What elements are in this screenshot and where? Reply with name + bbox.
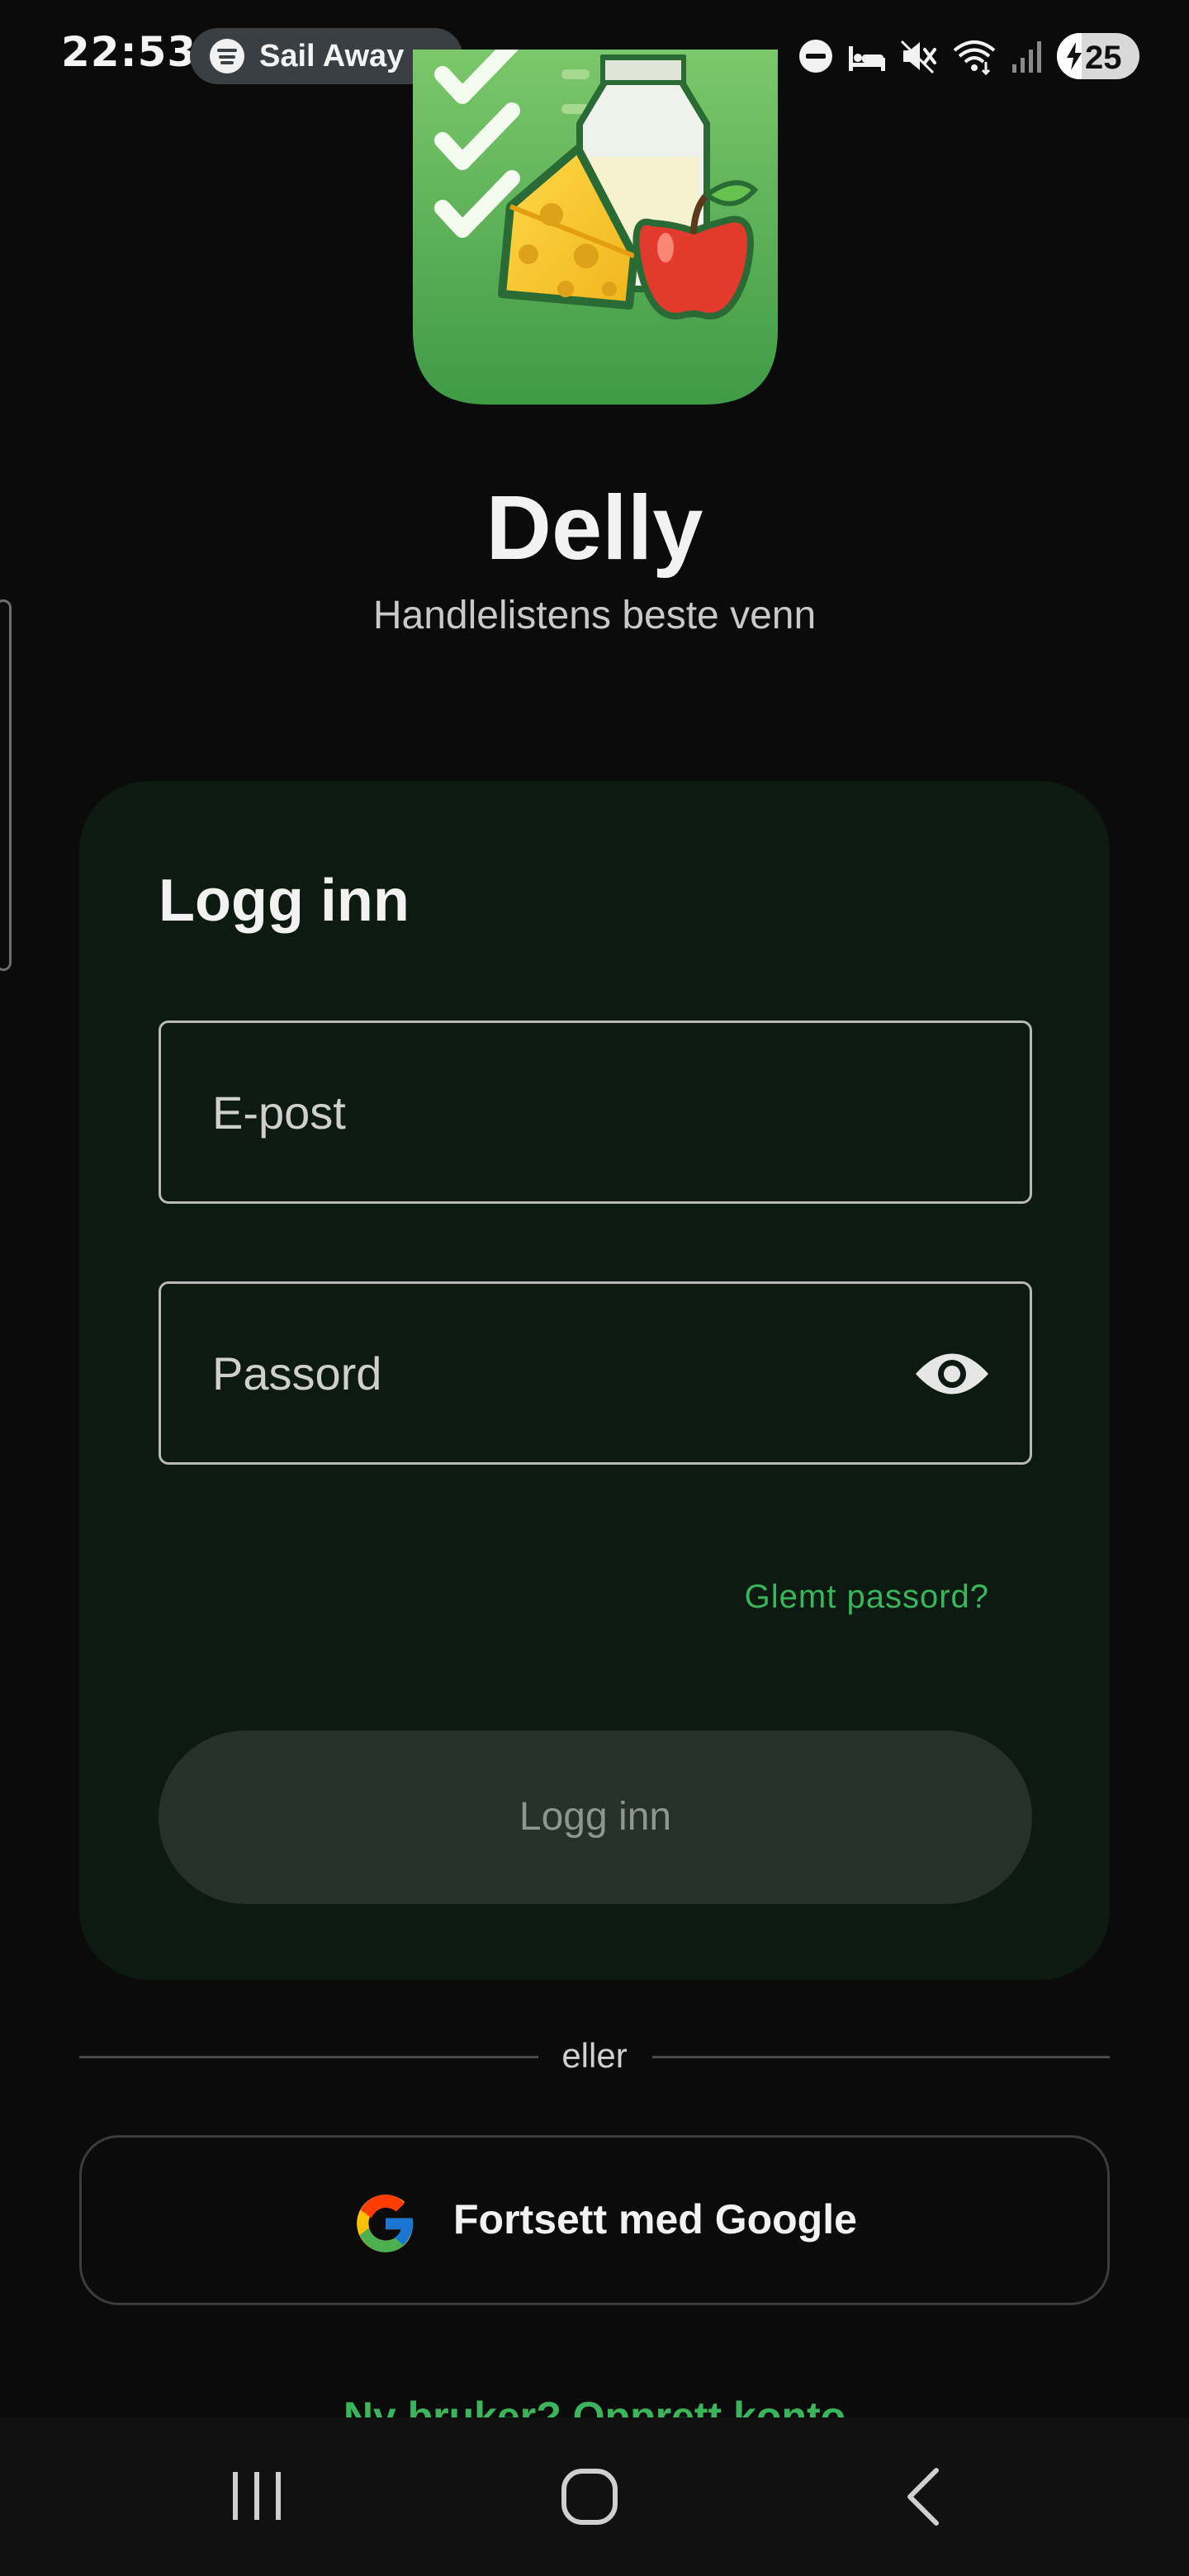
google-icon: [357, 2195, 414, 2252]
edge-panel-handle[interactable]: [0, 599, 12, 971]
battery-level: 25: [1085, 40, 1122, 76]
signal-icon: [1012, 41, 1041, 73]
media-title: Sail Away v: [259, 39, 431, 73]
mute-icon: [900, 40, 936, 74]
email-field[interactable]: [159, 1020, 1032, 1204]
app-logo: [413, 50, 778, 405]
status-icons: 25: [798, 31, 1139, 81]
recent-apps-icon[interactable]: [228, 2467, 286, 2525]
status-time: 22:53: [61, 28, 197, 76]
sleep-mode-icon: [849, 46, 885, 71]
password-input[interactable]: [161, 1284, 1030, 1462]
app-tagline: Handlelistens beste venn: [372, 594, 817, 637]
login-button[interactable]: Logg inn: [159, 1731, 1032, 1904]
google-signin-button[interactable]: Fortsett med Google: [79, 2135, 1110, 2305]
wifi-icon: [953, 40, 996, 75]
home-icon[interactable]: [560, 2467, 619, 2526]
spotify-icon: [210, 39, 244, 73]
login-title: Logg inn: [159, 868, 410, 934]
password-field[interactable]: [159, 1281, 1032, 1465]
show-password-icon[interactable]: [914, 1348, 990, 1399]
login-card: Logg inn Glemt passord? Logg inn: [79, 781, 1110, 1980]
battery-charging-icon: 25: [1057, 33, 1139, 79]
back-icon[interactable]: [900, 2467, 950, 2526]
do-not-disturb-icon: [799, 40, 832, 73]
email-input[interactable]: [161, 1023, 1030, 1201]
navigation-bar: [0, 2417, 1189, 2576]
divider-line-right: [652, 2056, 1110, 2058]
forgot-password-link[interactable]: Glemt passord?: [745, 1579, 989, 1616]
google-signin-label: Fortsett med Google: [453, 2196, 857, 2242]
app-name: Delly: [486, 477, 703, 579]
